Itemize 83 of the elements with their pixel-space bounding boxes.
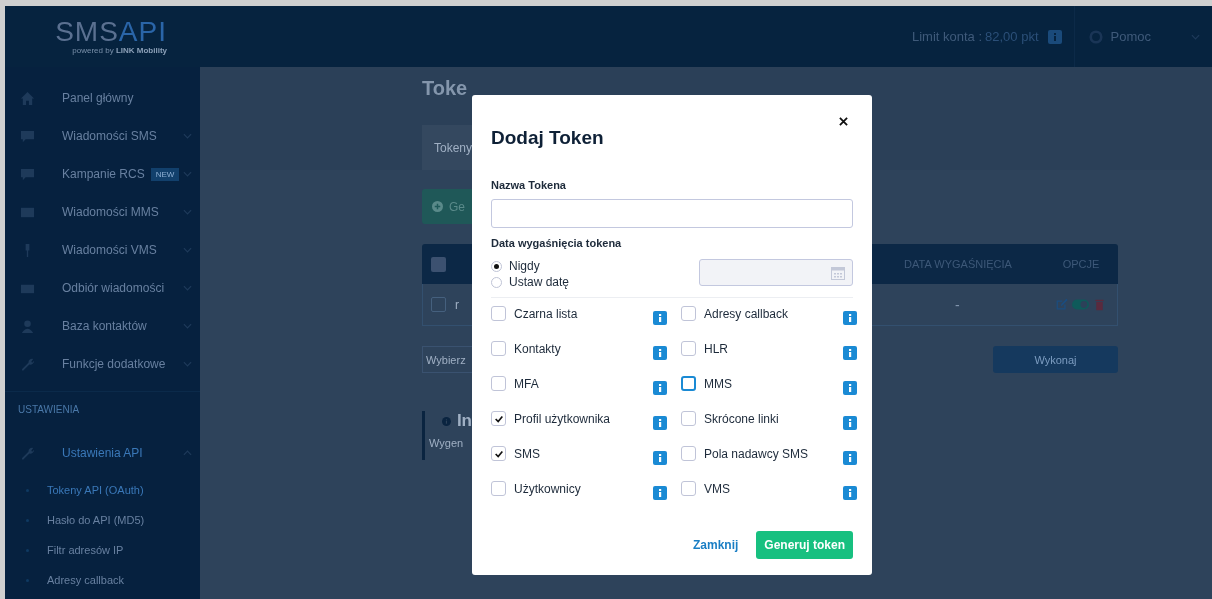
account-limit-label: Limit konta : [911, 29, 983, 44]
sidebar-item[interactable]: Baza kontaktów [5, 307, 200, 345]
info-icon[interactable] [843, 381, 857, 395]
info-icon[interactable] [653, 346, 667, 360]
plus-icon [432, 201, 443, 212]
chevron-icon [183, 450, 192, 456]
checkbox-option[interactable]: Profil użytkownika [491, 411, 611, 426]
logo-tagline: powered by LINK Mobility [72, 46, 167, 55]
account-limit-value: 82,00 pkt [985, 29, 1039, 44]
chevron-icon [183, 323, 192, 329]
help-menu[interactable]: Pomoc [1110, 29, 1151, 44]
chevron-icon [183, 171, 192, 177]
info-icon[interactable] [843, 486, 857, 500]
execute-button[interactable]: Wykonaj [993, 346, 1118, 373]
sidebar-subitem[interactable]: Tokeny API (OAuth) [5, 475, 200, 505]
table-cell-text: - [954, 296, 961, 313]
sidebar-item[interactable]: Kampanie RCS NEW [5, 155, 200, 193]
sidebar-item[interactable]: Odbiór wiadomości [5, 269, 200, 307]
chevron-icon [183, 209, 192, 215]
info-icon[interactable] [653, 416, 667, 430]
chat-icon [20, 128, 35, 144]
info-icon[interactable] [843, 311, 857, 325]
info-icon[interactable] [843, 451, 857, 465]
chat-icon [20, 166, 35, 182]
logo-wordmark: SMSAPI [55, 18, 167, 46]
sidebar-item[interactable]: Wiadomości MMS [5, 193, 200, 231]
table-cell-text: r [454, 297, 460, 312]
radio-option[interactable]: Nigdy [491, 258, 570, 274]
sidebar-subitem[interactable]: Hasło do API (MD5) [5, 505, 200, 535]
wrench-icon [20, 356, 35, 372]
section-heading: USTAWIENIA [17, 404, 81, 415]
info-icon[interactable] [843, 416, 857, 430]
date-field[interactable] [699, 259, 853, 286]
checkbox-option[interactable]: Adresy callback [681, 306, 789, 321]
close-button[interactable]: Zamknij [688, 534, 743, 556]
chevron-icon [183, 361, 192, 367]
page-title: Toke [422, 77, 469, 101]
info-title: In [456, 411, 472, 431]
checkbox-option[interactable]: Skrócone linki [681, 411, 779, 426]
chevron-icon [1191, 33, 1200, 40]
person-icon [20, 318, 35, 334]
info-icon[interactable] [653, 381, 667, 395]
sidebar-item[interactable]: Panel główny [5, 79, 200, 117]
info-icon[interactable] [843, 346, 857, 360]
chevron-icon [183, 247, 192, 253]
sidebar-subitem[interactable]: Filtr adresów IP [5, 535, 200, 565]
generate-token-button[interactable]: Generuj token [756, 531, 853, 559]
checkbox-option[interactable]: SMS [491, 446, 540, 461]
checkbox-option[interactable]: Użytkownicy [491, 481, 581, 496]
checkmark-icon [493, 413, 504, 424]
radio-option[interactable]: Ustaw datę [491, 274, 570, 290]
checkbox-option[interactable]: MFA [491, 376, 539, 391]
checkbox-option[interactable]: Kontakty [491, 341, 561, 356]
sidebar-item[interactable]: Ustawienia API [5, 431, 200, 475]
checkbox-option[interactable]: HLR [681, 341, 728, 356]
chevron-icon [183, 133, 192, 139]
chevron-icon [183, 285, 192, 291]
modal-title: Dodaj Token [491, 127, 604, 150]
checkbox-option[interactable]: MMS [681, 376, 732, 391]
sidebar-item[interactable]: Wiadomości VMS [5, 231, 200, 269]
checkbox-option[interactable]: VMS [681, 481, 730, 496]
checkbox[interactable] [431, 297, 447, 312]
info-icon[interactable] [653, 451, 667, 465]
wrench-icon [20, 445, 35, 461]
toggle-switch[interactable] [1071, 299, 1089, 310]
calendar-icon [831, 265, 845, 280]
checkbox[interactable] [430, 256, 446, 272]
field-label: Nazwa Tokena [491, 179, 567, 191]
sidebar-subitem[interactable]: Adresy callback [5, 565, 200, 595]
info-icon[interactable] [653, 486, 667, 500]
checkmark-icon [493, 448, 504, 459]
checkbox-option[interactable]: Czarna lista [491, 306, 578, 321]
close-icon[interactable] [839, 117, 848, 126]
home-icon [20, 90, 35, 106]
field-label: Data wygaśnięcia tokena [491, 237, 623, 249]
sidebar-item[interactable]: Funkcje dodatkowe [5, 345, 200, 383]
info-icon[interactable] [653, 311, 667, 325]
info-text: Wygen [429, 437, 465, 449]
sidebar-item[interactable]: Wiadomości SMS [5, 117, 200, 155]
tab[interactable]: Tokeny [422, 125, 472, 170]
token-name-field[interactable] [491, 199, 853, 228]
new-badge: NEW [150, 167, 180, 181]
checkbox-option[interactable]: Pola nadawcy SMS [681, 446, 809, 461]
